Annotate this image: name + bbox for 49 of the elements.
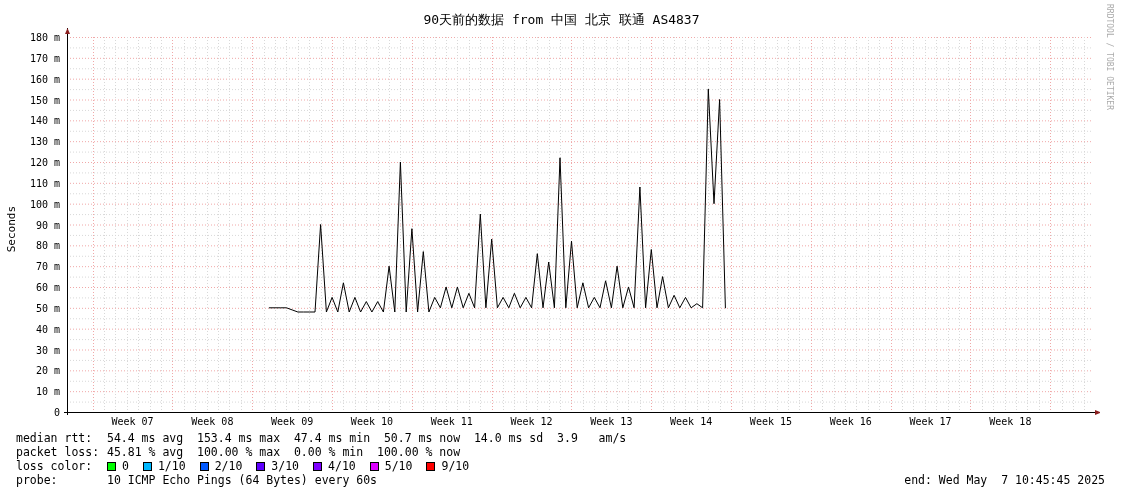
legend-value: 9/10 (441, 459, 470, 473)
tick-label: 30 m (35, 344, 60, 356)
legend-value: 1/10 (157, 459, 186, 473)
legend-value: 54.4 ms avg 153.4 ms max 47.4 ms min 50.7 ms now 14.0 ms sd 3.9 am/s (107, 431, 627, 445)
tick-label: 10 m (35, 386, 60, 398)
legend-value: 4/10 (328, 459, 356, 473)
tick-label: 90 m (35, 219, 60, 231)
tick-label: Week 16 (829, 416, 872, 427)
tick-label: 130 m (29, 136, 60, 148)
tick-label: Week 10 (350, 416, 394, 427)
tick-label: 0 (53, 407, 60, 418)
tick-label: 150 m (29, 94, 60, 106)
tick-label: 170 m (29, 52, 60, 64)
legend-label: loss color: (16, 459, 94, 473)
tick-label: 40 m (35, 323, 60, 335)
tick-label: 140 m (29, 115, 60, 127)
credit-text: RRDTOOL / TOBI OETIKER (1105, 4, 1114, 110)
tick-label: Week 13 (590, 416, 633, 427)
legend-value: 45.81 % avg 100.00 % max 0.00 % min 100.00 % now (107, 445, 461, 459)
tick-label: 180 m (29, 32, 60, 43)
legend-value: 5/10 (384, 459, 413, 473)
tick-label: 20 m (35, 365, 60, 377)
legend-value: 2/10 (214, 459, 243, 473)
legend-value: 0 (122, 459, 129, 473)
tick-label: 80 m (35, 240, 60, 252)
tick-label: 70 m (35, 261, 60, 273)
tick-label: 120 m (29, 157, 60, 168)
tick-label: 60 m (35, 282, 60, 293)
tick-label: Week 18 (989, 416, 1032, 427)
legend-label: probe: (16, 473, 59, 487)
legend-label: packet loss: (16, 445, 101, 459)
tick-label: 100 m (29, 198, 60, 210)
tick-label: Week 09 (271, 416, 314, 427)
chart-title: 90天前的数据 from 中国 北京 联通 AS4837 (423, 12, 700, 27)
tick-label: Week 11 (430, 416, 473, 427)
tick-label: Week 14 (670, 416, 713, 427)
tick-label: Week 08 (191, 416, 234, 427)
legend-value: 3/10 (271, 459, 300, 473)
y-axis-label: Seconds (4, 205, 18, 253)
tick-label: Week 07 (111, 416, 154, 427)
end-time: end: Wed May 7 10:45:45 2025 (904, 473, 1105, 487)
tick-label: 50 m (35, 302, 60, 314)
tick-label: 160 m (29, 73, 60, 85)
tick-label: Week 12 (510, 416, 553, 427)
tick-label: 110 m (29, 177, 60, 189)
legend-label: median rtt: (16, 431, 94, 445)
tick-label: Week 15 (749, 416, 793, 427)
tick-label: Week 17 (909, 416, 952, 427)
legend-value: 10 ICMP Echo Pings (64 Bytes) every 60s (107, 473, 378, 487)
